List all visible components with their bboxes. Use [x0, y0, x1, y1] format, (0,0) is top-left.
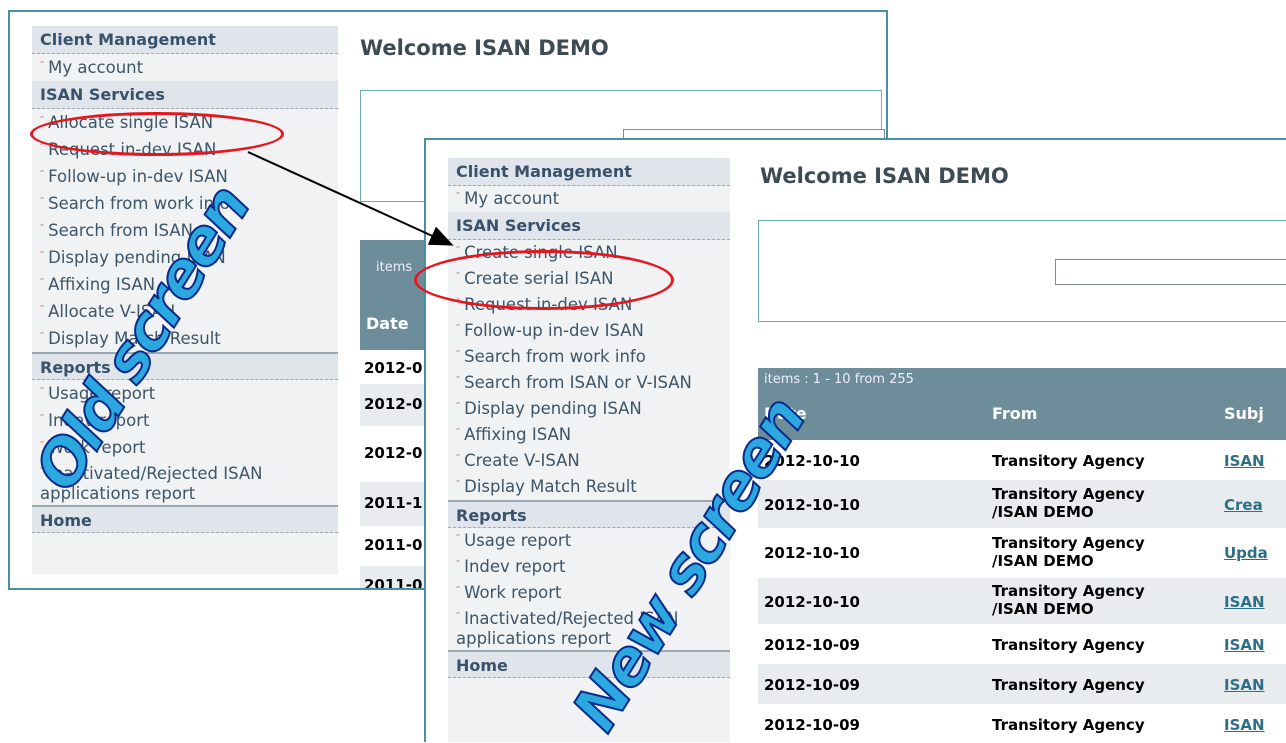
bullet-icon: ″ — [40, 385, 45, 398]
search-input[interactable] — [1055, 259, 1286, 285]
sidebar-item-create-v-isan[interactable]: ″ Create V-ISAN — [448, 448, 730, 474]
sidebar-item-follow-up-in-dev-isan[interactable]: ″ Follow-up in-dev ISAN — [32, 163, 338, 190]
bullet-icon: ″ — [456, 374, 461, 387]
bullet-icon: ″ — [456, 322, 461, 335]
table-row[interactable]: 2012-10-10 Transitory Agency ISAN — [758, 440, 1286, 480]
date-cell: 2012-0 — [364, 444, 423, 462]
column-header-from[interactable]: From — [992, 404, 1037, 423]
sidebar-header-home[interactable]: Home — [32, 505, 338, 533]
bullet-icon: ″ — [40, 303, 45, 316]
bullet-icon: ″ — [456, 400, 461, 413]
sidebar-item-label: Indev report — [464, 557, 566, 576]
bullet-icon: ″ — [40, 276, 45, 289]
sidebar-header-client-management: Client Management — [32, 26, 338, 54]
bullet-icon: ″ — [40, 195, 45, 208]
sidebar-item-follow-up-in-dev-isan[interactable]: ″ Follow-up in-dev ISAN — [448, 318, 730, 344]
sidebar-item-search-from-isan-or-v-isan[interactable]: ″ Search from ISAN or V-ISAN — [448, 370, 730, 396]
subject-link[interactable]: ISAN — [1224, 716, 1265, 734]
bullet-icon: ″ — [456, 558, 461, 571]
bullet-icon: ″ — [456, 452, 461, 465]
sidebar-item-display-pending-isan[interactable]: ″ Display pending ISAN — [448, 396, 730, 422]
from-cell: Transitory Agency — [992, 636, 1145, 654]
sidebar-item-my-account[interactable]: ″ My account — [448, 186, 730, 212]
table-row[interactable]: 2012-10-10 Transitory Agency /ISAN DEMO … — [758, 480, 1286, 528]
subject-link[interactable]: ISAN — [1224, 452, 1265, 470]
bullet-icon: ″ — [40, 59, 45, 72]
date-cell: 2012-10-09 — [764, 716, 860, 734]
subject-link[interactable]: ISAN — [1224, 593, 1265, 611]
date-cell: 2012-10-10 — [764, 496, 860, 514]
date-cell: 2012-0 — [364, 359, 423, 377]
bullet-icon: ″ — [456, 426, 461, 439]
subject-link[interactable]: Upda — [1224, 544, 1268, 562]
from-cell: Transitory Agency /ISAN DEMO — [992, 582, 1145, 618]
column-header-date[interactable]: Date — [366, 314, 409, 333]
sidebar-item-search-from-work-info[interactable]: ″ Search from work info — [448, 344, 730, 370]
sidebar-item-label: My account — [464, 189, 560, 208]
date-cell: 2012-10-09 — [764, 676, 860, 694]
table-row[interactable]: 2012-10-09 Transitory Agency ISAN — [758, 624, 1286, 664]
sidebar-item-my-account[interactable]: ″ My account — [32, 54, 338, 81]
bullet-icon: ″ — [456, 610, 461, 623]
subject-link[interactable]: ISAN — [1224, 676, 1265, 694]
sidebar-item-label: Follow-up in-dev ISAN — [464, 321, 644, 340]
search-panel — [758, 220, 1286, 322]
new-screen-window: Client Management ″ My account ISAN Servi… — [424, 138, 1286, 742]
items-count: items : 1 - 10 from 255 — [764, 372, 914, 387]
date-cell: 2012-10-10 — [764, 544, 860, 562]
sidebar-header-isan-services: ISAN Services — [448, 212, 730, 240]
table-header: items : 1 - 10 from 255 Date From Subj — [758, 368, 1286, 440]
date-cell: 2012-0 — [364, 395, 423, 413]
highlight-ellipse-old — [30, 112, 284, 156]
bullet-icon: ″ — [456, 190, 461, 203]
date-cell: 2011-1 — [364, 494, 423, 512]
date-cell: 2012-10-10 — [764, 593, 860, 611]
from-cell: Transitory Agency /ISAN DEMO — [992, 534, 1145, 570]
page-title: Welcome ISAN DEMO — [360, 36, 609, 60]
table-row[interactable]: 2012-10-09 Transitory Agency ISAN — [758, 704, 1286, 742]
sidebar-item-label: Search from work info — [464, 347, 646, 366]
table-row[interactable]: 2012-10-10 Transitory Agency /ISAN DEMO … — [758, 528, 1286, 578]
bullet-icon: ″ — [456, 584, 461, 597]
from-cell: Transitory Agency — [992, 676, 1145, 694]
bullet-icon: ″ — [456, 244, 461, 257]
from-cell: Transitory Agency — [992, 716, 1145, 734]
sidebar-item-label: Create V-ISAN — [464, 451, 580, 470]
bullet-icon: ″ — [456, 532, 461, 545]
column-header-subject[interactable]: Subj — [1224, 404, 1264, 423]
sidebar-item-affixing-isan[interactable]: ″ Affixing ISAN — [448, 422, 730, 448]
from-cell: Transitory Agency /ISAN DEMO — [992, 485, 1145, 521]
table-row[interactable]: 2012-10-10 Transitory Agency /ISAN DEMO … — [758, 578, 1286, 624]
bullet-icon: ″ — [40, 330, 45, 343]
items-count: items — [376, 260, 413, 275]
sidebar-item-label: Work report — [464, 583, 562, 602]
bullet-icon: ″ — [40, 412, 45, 425]
bullet-icon: ″ — [456, 478, 461, 491]
sidebar-header-isan-services: ISAN Services — [32, 81, 338, 109]
sidebar-item-label: Display pending ISAN — [464, 399, 642, 418]
subject-link[interactable]: Crea — [1224, 496, 1263, 514]
bullet-icon: ″ — [40, 168, 45, 181]
bullet-icon: ″ — [456, 348, 461, 361]
table-row[interactable]: 2012-10-09 Transitory Agency ISAN — [758, 664, 1286, 704]
date-cell: 2011-0 — [364, 536, 423, 554]
sidebar-item-label: Search from ISAN or V-ISAN — [464, 373, 692, 392]
sidebar-item-label: Affixing ISAN — [464, 425, 572, 444]
bullet-icon: ″ — [40, 222, 45, 235]
date-cell: 2011-0 — [364, 576, 423, 590]
bullet-icon: ″ — [40, 249, 45, 262]
highlight-ellipse-new — [414, 250, 674, 310]
from-cell: Transitory Agency — [992, 452, 1145, 470]
sidebar-item-label: Display Match Result — [464, 477, 637, 496]
date-cell: 2012-10-09 — [764, 636, 860, 654]
page-title: Welcome ISAN DEMO — [760, 164, 1009, 188]
subject-link[interactable]: ISAN — [1224, 636, 1265, 654]
sidebar-item-label: Usage report — [464, 531, 572, 550]
sidebar-header-client-management: Client Management — [448, 158, 730, 186]
sidebar-item-label: My account — [48, 58, 144, 77]
